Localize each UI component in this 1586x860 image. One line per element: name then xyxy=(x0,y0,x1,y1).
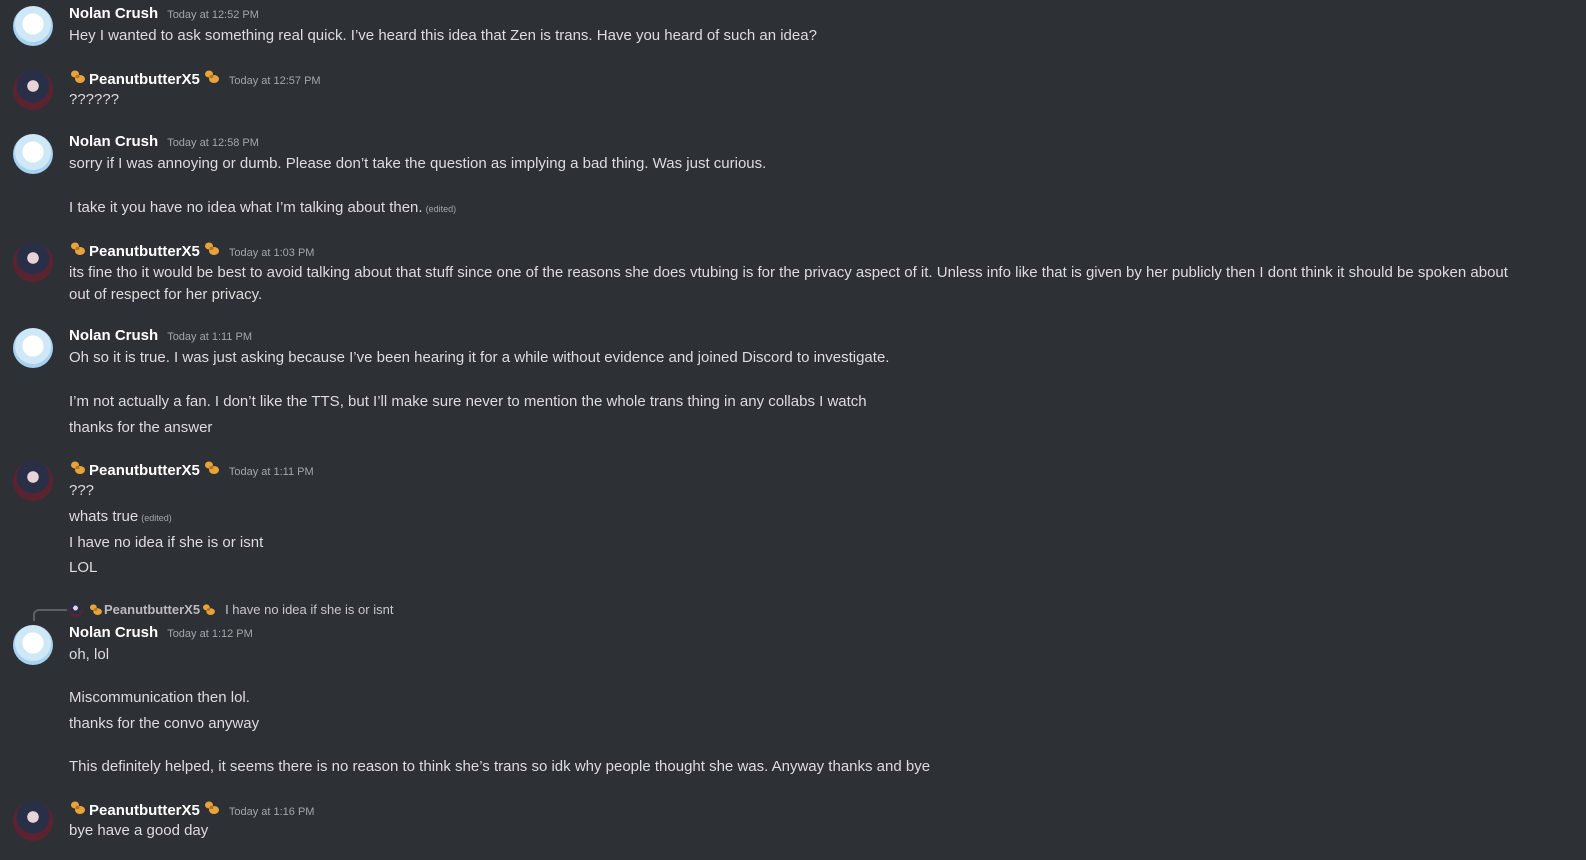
timestamp: Today at 12:57 PM xyxy=(228,75,321,87)
timestamp: Today at 1:11 PM xyxy=(228,466,314,478)
username[interactable]: PeanutbutterX5 xyxy=(89,243,200,260)
username[interactable]: Nolan Crush xyxy=(69,624,158,641)
message-text-edited: I take it you have no idea what I’m talk… xyxy=(69,198,456,219)
username[interactable]: PeanutbutterX5 xyxy=(89,802,200,819)
message-text: I have no idea if she is or isnt xyxy=(69,534,264,551)
message-text: I’m not actually a fan. I don’t like the… xyxy=(69,393,867,410)
message-text: whats true xyxy=(69,508,139,525)
timestamp: Today at 1:12 PM xyxy=(167,628,253,640)
reply-author[interactable]: PeanutbutterX5 xyxy=(104,602,200,617)
avatar[interactable] xyxy=(13,134,53,174)
message-text: LOL xyxy=(69,559,98,576)
edited-label: (edited) xyxy=(141,513,172,523)
timestamp: Today at 1:11 PM xyxy=(167,331,252,343)
username[interactable]: PeanutbutterX5 xyxy=(89,71,200,88)
chat-message-list: Nolan Crush Today at 12:52 PM Hey I want… xyxy=(0,0,1586,860)
reply-preview[interactable]: PeanutbutterX5 I have no idea if she is … xyxy=(34,600,393,618)
username[interactable]: Nolan Crush xyxy=(69,5,158,22)
peanut-badge-icon xyxy=(69,241,86,256)
message-text: sorry if I was annoying or dumb. Please … xyxy=(69,155,767,172)
avatar[interactable] xyxy=(13,242,53,282)
message-text-edited: whats true (edited) xyxy=(69,507,172,528)
edited-label: (edited) xyxy=(425,204,457,214)
peanut-badge-icon xyxy=(201,603,215,616)
message-text: ??? xyxy=(69,482,95,499)
timestamp: Today at 1:16 PM xyxy=(228,806,315,818)
username[interactable]: PeanutbutterX5 xyxy=(89,462,200,479)
timestamp: Today at 12:58 PM xyxy=(167,137,259,149)
peanut-badge-icon xyxy=(69,800,86,815)
timestamp: Today at 1:03 PM xyxy=(228,247,315,259)
avatar[interactable] xyxy=(13,6,53,46)
peanut-badge-icon xyxy=(69,460,86,475)
avatar[interactable] xyxy=(13,801,53,841)
message-text: Miscommunication then lol. xyxy=(69,689,250,706)
peanut-badge-icon xyxy=(203,69,220,84)
peanut-badge-icon xyxy=(88,603,102,616)
avatar[interactable] xyxy=(13,461,53,501)
avatar[interactable] xyxy=(13,70,53,110)
message-text: thanks for the convo anyway xyxy=(69,715,260,732)
peanut-badge-icon xyxy=(203,241,220,256)
message-text: Oh so it is true. I was just asking beca… xyxy=(69,349,890,366)
message-text: thanks for the answer xyxy=(69,419,213,436)
peanut-badge-icon xyxy=(203,460,220,475)
message-text: ?????? xyxy=(69,91,120,108)
reply-text[interactable]: I have no idea if she is or isnt xyxy=(225,602,393,617)
peanut-badge-icon xyxy=(69,69,86,84)
username[interactable]: Nolan Crush xyxy=(69,133,158,150)
avatar[interactable] xyxy=(13,328,53,368)
peanut-badge-icon xyxy=(203,800,220,815)
message-text: bye have a good day xyxy=(69,822,209,839)
reply-avatar xyxy=(68,601,83,617)
avatar[interactable] xyxy=(13,625,53,665)
message-text: its fine tho it would be best to avoid t… xyxy=(69,264,1508,303)
timestamp: Today at 12:52 PM xyxy=(167,9,259,21)
username[interactable]: Nolan Crush xyxy=(69,327,158,344)
message-text: Hey I wanted to ask something real quick… xyxy=(69,27,817,44)
message-text: oh, lol xyxy=(69,646,110,663)
message-text: This definitely helped, it seems there i… xyxy=(69,758,931,775)
message-text: I take it you have no idea what I’m talk… xyxy=(69,199,423,216)
